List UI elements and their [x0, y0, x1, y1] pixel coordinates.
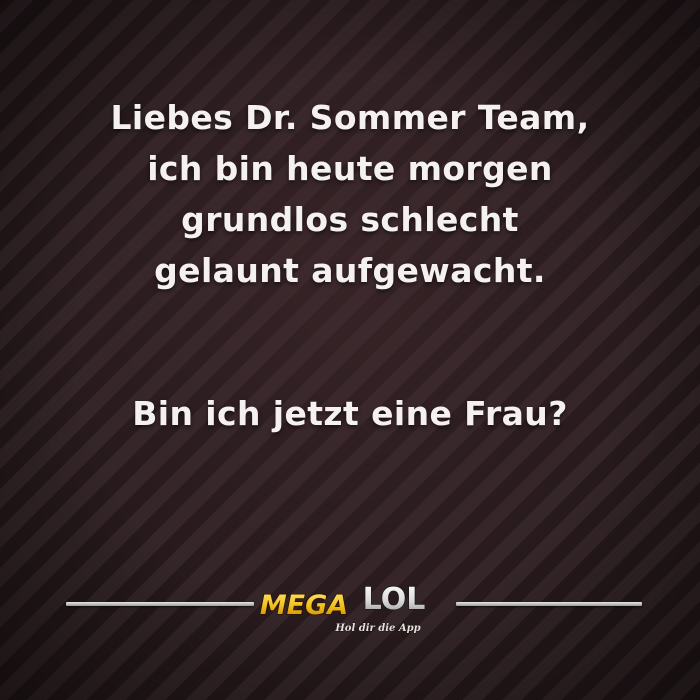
- mega-text: MEGA: [260, 590, 348, 621]
- message-line: gelaunt aufgewacht.: [154, 251, 546, 290]
- message-line: grundlos schlecht: [181, 200, 519, 239]
- question-text: Bin ich jetzt eine Frau?: [132, 394, 568, 433]
- message-line: ich bin heute morgen: [147, 149, 553, 188]
- left-divider: [66, 602, 254, 606]
- message-text: Liebes Dr. Sommer Team, ich bin heute mo…: [0, 92, 700, 296]
- megalol-logo: MEGA LOL Hol dir die App: [259, 581, 426, 634]
- lol-wordmark: LOL: [362, 581, 426, 617]
- lol-text: LOL: [363, 582, 426, 617]
- logo-tagline: Hol dir die App: [334, 623, 420, 634]
- message-line: Liebes Dr. Sommer Team,: [110, 98, 590, 137]
- right-divider: [456, 602, 642, 606]
- mega-wordmark: MEGA: [259, 589, 349, 622]
